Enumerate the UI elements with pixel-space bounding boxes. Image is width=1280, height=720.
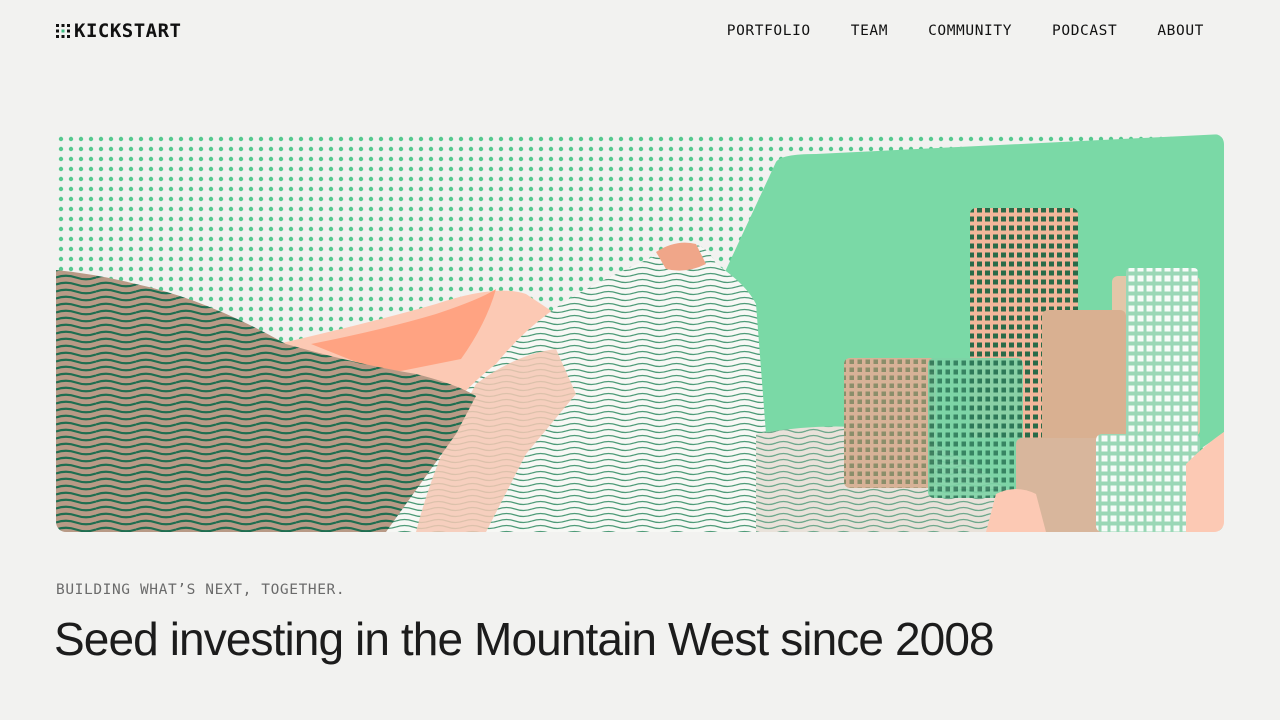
site-header: KICKSTART PORTFOLIO TEAM COMMUNITY PODCA…	[56, 0, 1224, 62]
nav-podcast[interactable]: PODCAST	[1052, 23, 1117, 39]
hero-illustration	[56, 134, 1224, 532]
hero-tagline: BUILDING WHAT’S NEXT, TOGETHER.	[56, 582, 346, 598]
nav-about[interactable]: ABOUT	[1157, 23, 1204, 39]
main-nav: PORTFOLIO TEAM COMMUNITY PODCAST ABOUT	[727, 23, 1204, 39]
logo-wordmark: KICKSTART	[74, 20, 182, 42]
mountain-city-collage-illustration	[56, 134, 1224, 532]
nav-team[interactable]: TEAM	[851, 23, 888, 39]
nav-portfolio[interactable]: PORTFOLIO	[727, 23, 811, 39]
page-title: Seed investing in the Mountain West sinc…	[54, 613, 995, 665]
nav-community[interactable]: COMMUNITY	[928, 23, 1012, 39]
kickstart-grid-icon	[56, 24, 70, 38]
logo-link[interactable]: KICKSTART	[56, 20, 181, 42]
